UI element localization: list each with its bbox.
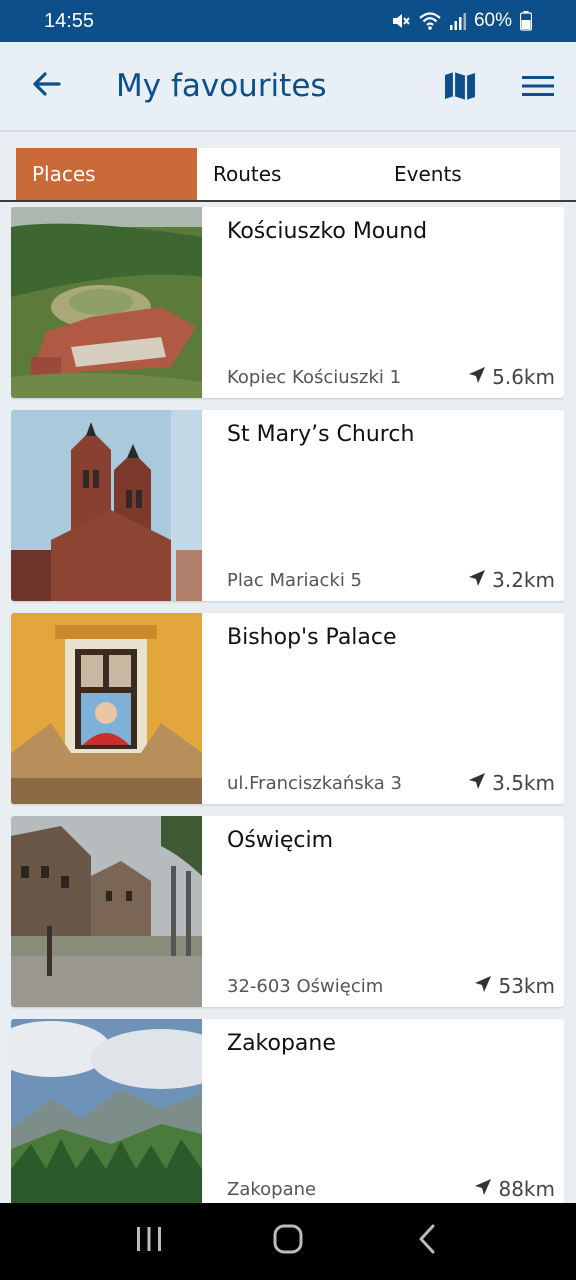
hamburger-menu-icon: [522, 74, 554, 103]
home-icon: [273, 1224, 303, 1259]
place-thumbnail: [11, 613, 202, 804]
place-title: Oświęcim: [227, 828, 334, 853]
map-icon: [444, 71, 476, 106]
place-title: Kościuszko Mound: [227, 219, 428, 244]
navigation-arrow-icon: [474, 974, 492, 998]
place-distance: 53km: [474, 974, 555, 998]
mute-icon: [390, 11, 410, 31]
distance-value: 53km: [498, 974, 555, 998]
place-card[interactable]: St Mary’s Church Plac Mariacki 5 3.2km: [11, 410, 564, 601]
place-address: Plac Mariacki 5: [227, 570, 362, 591]
back-button[interactable]: [28, 68, 64, 104]
place-card[interactable]: Bishop's Palace ul.Franciszkańska 3 3.5k…: [11, 613, 564, 804]
place-title: Bishop's Palace: [227, 625, 397, 650]
place-address: 32-603 Oświęcim: [227, 976, 384, 997]
place-thumbnail: [11, 816, 202, 1007]
app-bar: My favourites: [0, 42, 576, 132]
place-title: Zakopane: [227, 1031, 336, 1056]
navigation-arrow-icon: [468, 365, 486, 389]
distance-value: 3.2km: [492, 568, 555, 592]
place-distance: 3.2km: [468, 568, 555, 592]
tab-events[interactable]: Events: [378, 148, 559, 200]
signal-icon: [449, 12, 466, 30]
place-title: St Mary’s Church: [227, 422, 415, 447]
status-bar: 14:55 60%: [0, 0, 576, 42]
distance-value: 3.5km: [492, 771, 555, 795]
place-thumbnail: [11, 207, 202, 398]
place-card[interactable]: Kościuszko Mound Kopiec Kościuszki 1 5.6…: [11, 207, 564, 398]
battery-icon: [520, 11, 532, 31]
page-title: My favourites: [116, 68, 327, 104]
place-thumbnail: [11, 410, 202, 601]
wifi-icon: [418, 11, 442, 31]
distance-value: 5.6km: [492, 365, 555, 389]
navigation-arrow-icon: [468, 771, 486, 795]
place-address: ul.Franciszkańska 3: [227, 773, 402, 794]
recent-apps-button[interactable]: [119, 1212, 179, 1272]
navigation-arrow-icon: [474, 1177, 492, 1201]
place-distance: 3.5km: [468, 771, 555, 795]
place-distance: 5.6km: [468, 365, 555, 389]
system-nav-bar: [0, 1203, 576, 1280]
menu-button[interactable]: [520, 72, 556, 104]
place-address: Zakopane: [227, 1179, 317, 1200]
status-time: 14:55: [44, 9, 95, 32]
map-button[interactable]: [442, 70, 478, 106]
tab-bar: Places Routes Events: [16, 148, 560, 200]
back-nav-button[interactable]: [397, 1212, 457, 1272]
battery-percent: 60%: [473, 10, 512, 31]
place-card[interactable]: Oświęcim 32-603 Oświęcim 53km: [11, 816, 564, 1007]
navigation-arrow-icon: [468, 568, 486, 592]
back-arrow-icon: [31, 71, 61, 102]
recent-apps-icon: [135, 1226, 163, 1257]
place-address: Kopiec Kościuszki 1: [227, 367, 402, 388]
place-thumbnail: [11, 1019, 202, 1203]
chevron-left-icon: [418, 1224, 436, 1259]
favourites-list: Kościuszko Mound Kopiec Kościuszki 1 5.6…: [11, 207, 564, 1203]
tab-routes[interactable]: Routes: [197, 148, 378, 200]
place-distance: 88km: [474, 1177, 555, 1201]
home-button[interactable]: [258, 1212, 318, 1272]
status-icons: 60%: [390, 10, 532, 32]
place-card[interactable]: Zakopane Zakopane 88km: [11, 1019, 564, 1203]
tab-places[interactable]: Places: [16, 148, 197, 200]
tabs-divider: [0, 200, 576, 202]
distance-value: 88km: [498, 1177, 555, 1201]
